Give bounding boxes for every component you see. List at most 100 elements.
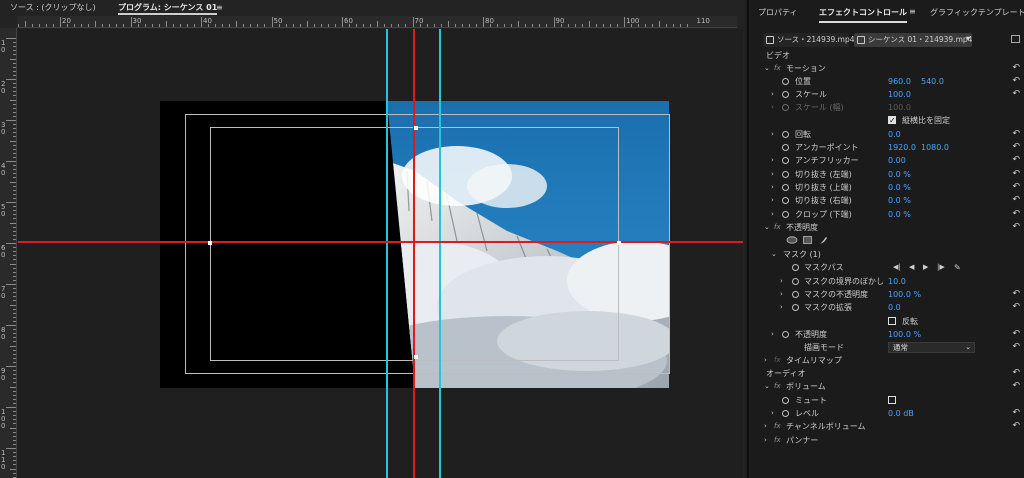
chevron-right-icon[interactable]: › (780, 301, 783, 314)
effect-volume[interactable]: ⌄ fx ボリューム ↶ (749, 380, 1024, 393)
chevron-down-icon[interactable]: ⌄ (764, 62, 770, 75)
panel-menu-icon[interactable]: ≡ (216, 0, 223, 16)
prop-mask-inverted[interactable]: 反転 (749, 315, 1024, 328)
prop-anchor-point[interactable]: アンカーポイント 1920.0 1080.0 ↶ (749, 141, 1024, 154)
stopwatch-icon[interactable] (782, 184, 789, 191)
prop-mask-feather[interactable]: › マスクの境界のぼかし 10.0 (749, 275, 1024, 288)
stopwatch-icon[interactable] (782, 144, 789, 151)
reset-icon[interactable]: ↶ (1012, 75, 1020, 88)
fx-icon[interactable]: fx (774, 380, 781, 393)
mask-1[interactable]: ⌄ マスク (1) (749, 248, 1024, 261)
prop-crop-bottom[interactable]: › クロップ (下端) 0.0 % ↶ (749, 208, 1024, 221)
antiflicker-value[interactable]: 0.00 (888, 154, 906, 167)
chevron-right-icon[interactable]: › (771, 208, 774, 221)
chevron-right-icon[interactable]: › (780, 288, 783, 301)
stopwatch-icon[interactable] (782, 171, 789, 178)
stopwatch-icon[interactable] (782, 397, 789, 404)
effect-time-remap[interactable]: › fx タイムリマップ (749, 354, 1024, 367)
effect-panner[interactable]: › fx パンナー (749, 434, 1024, 447)
prop-mask-expansion[interactable]: › マスクの拡張 0.0 ↶ (749, 301, 1024, 314)
prop-crop-left[interactable]: › 切り抜き (左端) 0.0 % ↶ (749, 168, 1024, 181)
invert-mask-checkbox[interactable] (888, 317, 896, 325)
scale-value[interactable]: 100.0 (888, 88, 911, 101)
prop-opacity[interactable]: › 不透明度 100.0 % ↶ (749, 328, 1024, 341)
reset-icon[interactable]: ↶ (1012, 62, 1020, 75)
crop-bottom-value[interactable]: 0.0 % (888, 208, 911, 221)
mute-checkbox[interactable] (888, 396, 896, 404)
track-forward-frame-icon[interactable]: |▶ (937, 261, 945, 274)
tab-program-monitor[interactable]: プログラム: シーケンス 01 (118, 0, 218, 16)
reset-icon[interactable]: ↶ (1012, 221, 1020, 234)
chevron-right-icon[interactable]: › (764, 420, 767, 433)
chevron-right-icon[interactable]: › (771, 407, 774, 420)
fx-icon[interactable]: fx (774, 354, 781, 367)
fx-icon[interactable]: fx (774, 62, 781, 75)
guide-line-red-horizontal[interactable] (18, 241, 743, 243)
program-canvas[interactable] (18, 29, 743, 478)
fx-icon[interactable]: fx (774, 434, 781, 447)
prop-uniform-scale[interactable]: 縦横比を固定 (749, 114, 1024, 127)
wrench-icon[interactable]: ✎ (954, 261, 961, 274)
tab-effect-controls[interactable]: エフェクトコントロール (819, 7, 907, 23)
reset-icon[interactable]: ↶ (1012, 88, 1020, 101)
effect-motion[interactable]: ⌄ fx モーション ↶ (749, 62, 1024, 75)
fx-icon[interactable]: fx (774, 420, 781, 433)
prop-mask-opacity[interactable]: › マスクの不透明度 100.0 % ↶ (749, 288, 1024, 301)
stopwatch-icon[interactable] (782, 211, 789, 218)
stopwatch-icon[interactable] (792, 291, 799, 298)
effect-channel-volume[interactable]: › fx チャンネルボリューム ↶ (749, 420, 1024, 433)
reset-icon[interactable]: ↶ (1012, 194, 1020, 207)
track-backward-icon[interactable]: ◀ (909, 261, 914, 274)
mask-handle-top[interactable] (414, 126, 418, 130)
crop-top-value[interactable]: 0.0 % (888, 181, 911, 194)
guide-line-cyan-left[interactable] (386, 29, 388, 478)
reset-icon[interactable]: ↶ (1012, 141, 1020, 154)
stopwatch-icon[interactable] (782, 78, 789, 85)
track-forward-icon[interactable]: ▶ (923, 261, 928, 274)
stopwatch-icon[interactable] (782, 197, 789, 204)
anchor-y-value[interactable]: 1080.0 (921, 141, 949, 154)
prop-position[interactable]: 位置 960.0 540.0 ↶ (749, 75, 1024, 88)
rotation-value[interactable]: 0.0 (888, 128, 901, 141)
guide-line-red-vertical[interactable] (413, 29, 415, 478)
chevron-down-icon[interactable]: ⌄ (764, 380, 770, 393)
ellipse-mask-icon[interactable] (786, 236, 798, 244)
fx-icon[interactable]: fx (774, 221, 781, 234)
crop-left-value[interactable]: 0.0 % (888, 168, 911, 181)
uniform-scale-checkbox[interactable] (888, 114, 896, 127)
stopwatch-icon[interactable] (792, 304, 799, 311)
chevron-down-icon[interactable]: ⌄ (764, 221, 770, 234)
rectangle-mask-icon[interactable] (803, 236, 812, 244)
reset-icon[interactable]: ↶ (1012, 208, 1020, 221)
mask-opacity-value[interactable]: 100.0 % (888, 288, 921, 301)
chevron-right-icon[interactable]: › (771, 88, 774, 101)
reset-icon[interactable]: ↶ (1012, 407, 1020, 420)
prop-crop-right[interactable]: › 切り抜き (右端) 0.0 % ↶ (749, 194, 1024, 207)
reset-icon[interactable]: ↶ (1012, 181, 1020, 194)
anchor-x-value[interactable]: 1920.0 (888, 141, 916, 154)
prop-scale[interactable]: › スケール 100.0 ↶ (749, 88, 1024, 101)
mask-handle-left[interactable] (208, 241, 212, 245)
stopwatch-icon[interactable] (782, 157, 789, 164)
chevron-right-icon[interactable]: › (771, 328, 774, 341)
chevron-down-icon[interactable]: ⌄ (771, 248, 777, 261)
position-x-value[interactable]: 960.0 (888, 75, 911, 88)
position-y-value[interactable]: 540.0 (921, 75, 944, 88)
level-value[interactable]: 0.0 dB (888, 407, 914, 420)
panel-menu-icon[interactable]: ≡ (909, 7, 916, 16)
guide-line-cyan-right[interactable] (439, 29, 441, 478)
stopwatch-icon[interactable] (782, 331, 789, 338)
reset-icon[interactable]: ↶ (1012, 168, 1020, 181)
reset-icon[interactable]: ↶ (1012, 341, 1020, 354)
track-backward-frame-icon[interactable]: ◀| (893, 261, 901, 274)
chevron-right-icon[interactable]: › (771, 168, 774, 181)
effect-opacity[interactable]: ⌄ fx 不透明度 ↶ (749, 221, 1024, 234)
stopwatch-icon[interactable] (782, 410, 789, 417)
reset-icon[interactable]: ↶ (1012, 288, 1020, 301)
pen-mask-icon[interactable] (819, 236, 828, 244)
chevron-right-icon[interactable]: › (771, 194, 774, 207)
tab-graphics-templates[interactable]: グラフィックテンプレート (930, 7, 1024, 18)
horizontal-ruler[interactable]: 20 30 40 50 60 70 80 90 100 110 (17, 16, 737, 28)
reset-icon[interactable]: ↶ (1012, 328, 1020, 341)
reset-icon[interactable]: ↶ (1012, 154, 1020, 167)
